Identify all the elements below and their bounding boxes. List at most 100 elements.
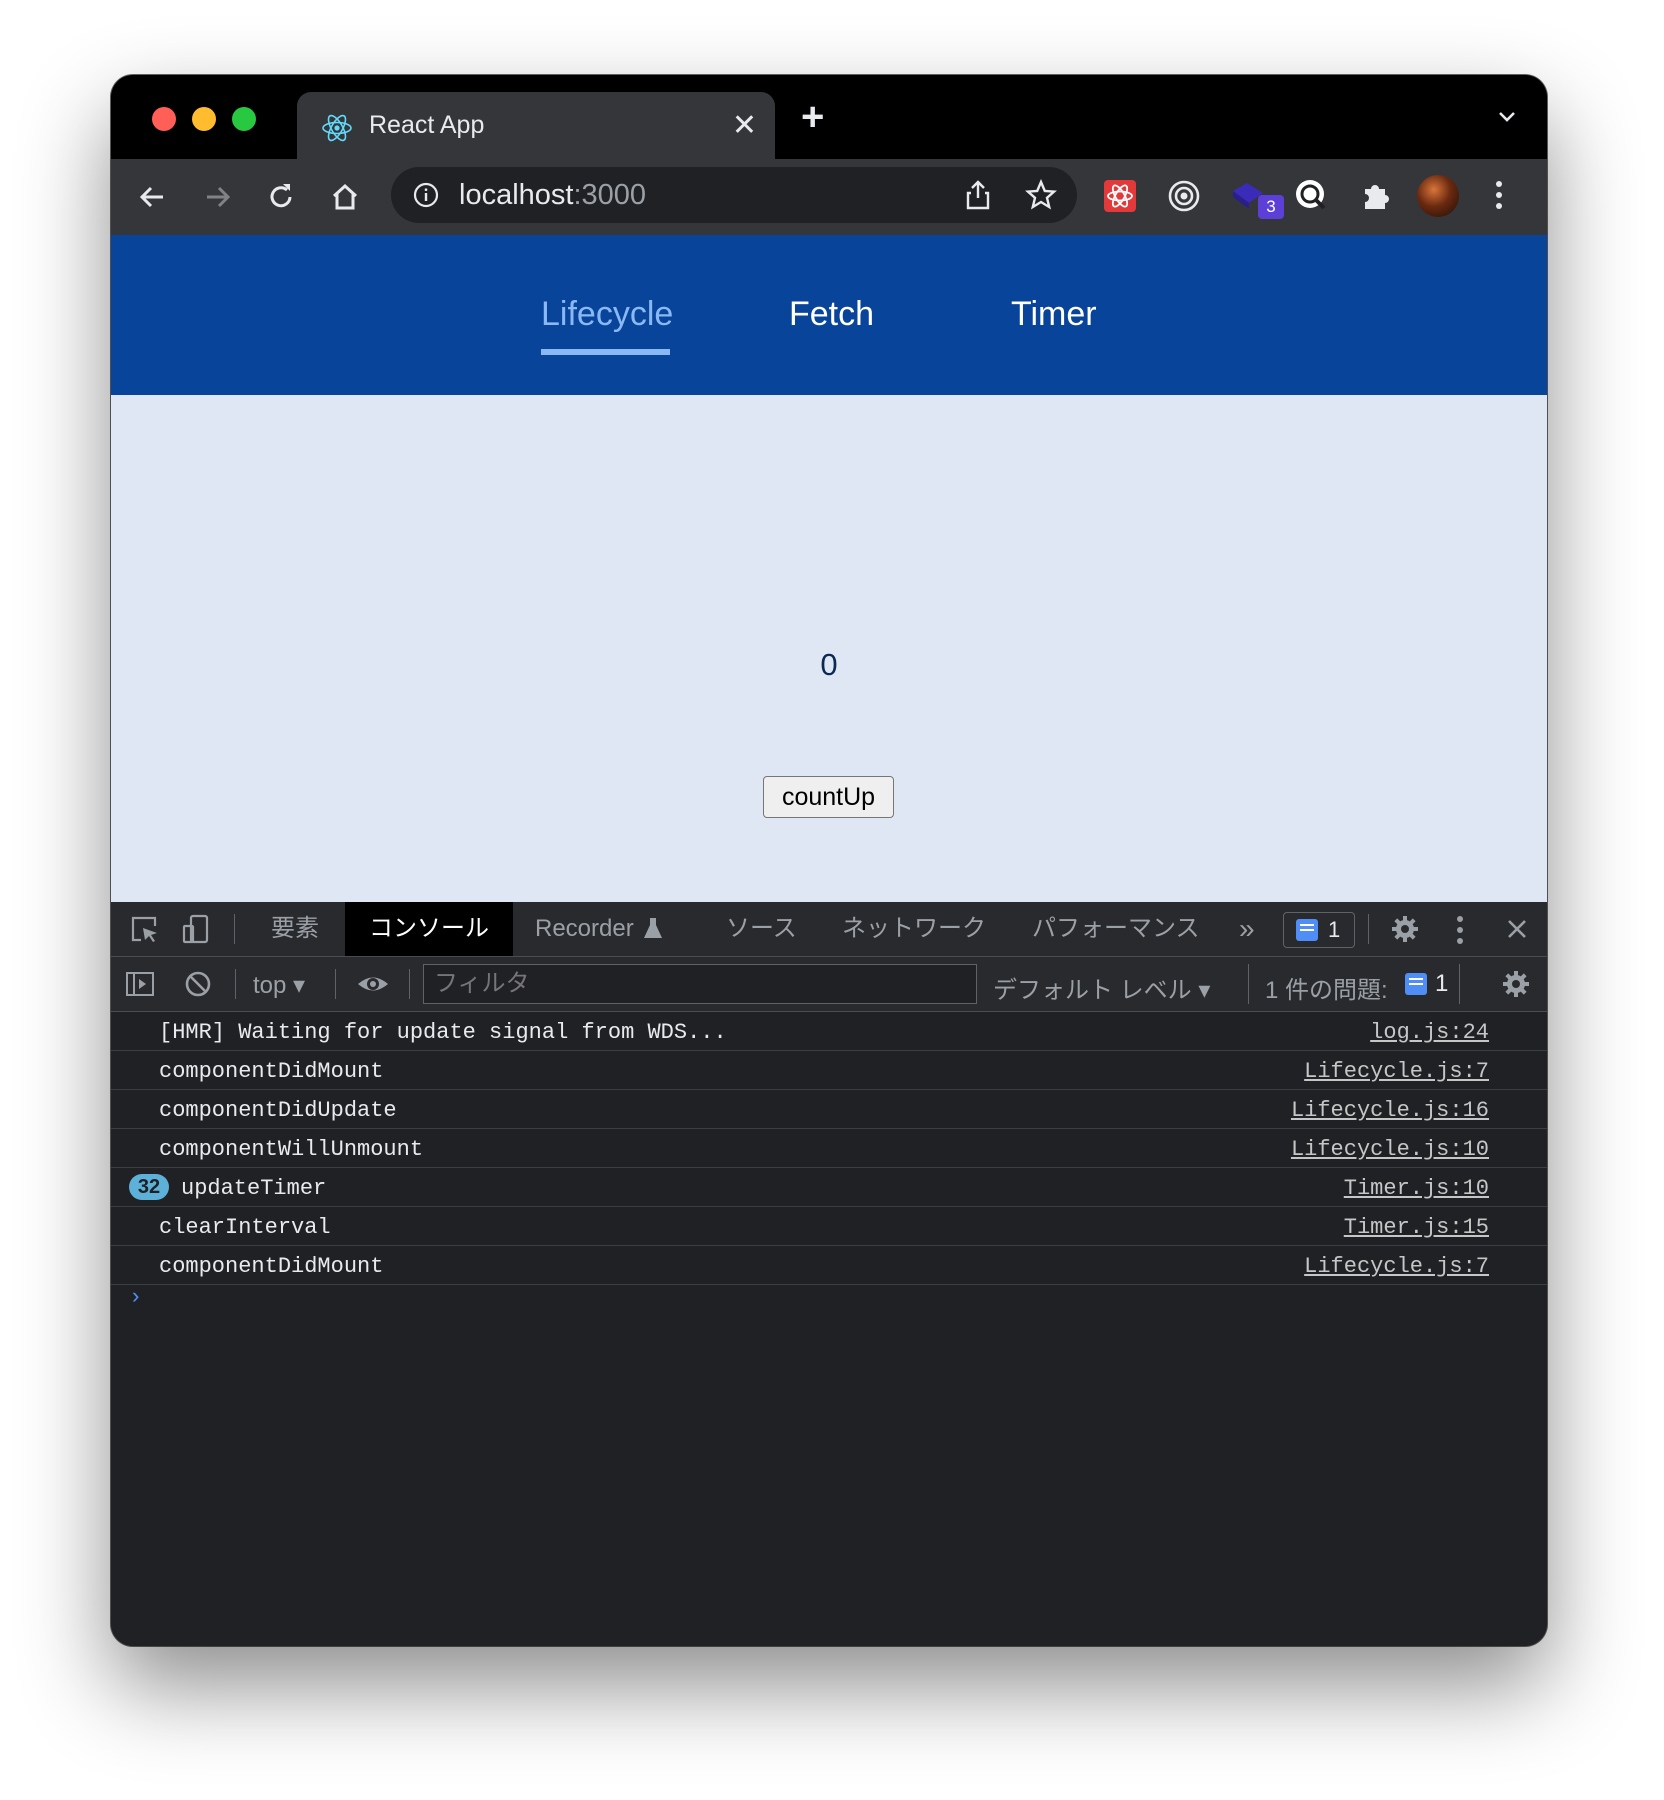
console-message: clearInterval Timer.js:15	[111, 1207, 1547, 1246]
source-link[interactable]: Timer.js:15	[1344, 1215, 1489, 1240]
sidebar-toggle-icon[interactable]	[125, 969, 155, 999]
close-devtools-icon[interactable]	[1502, 914, 1532, 944]
share-icon[interactable]	[963, 179, 993, 211]
nav-item-lifecycle[interactable]: Lifecycle	[541, 295, 673, 334]
more-tabs-icon[interactable]: »	[1239, 902, 1255, 956]
message-text: componentDidMount	[159, 1059, 384, 1084]
inspect-element-icon[interactable]	[129, 914, 159, 944]
count-up-button[interactable]: countUp	[763, 776, 894, 818]
toolbar-divider	[235, 969, 236, 999]
nav-item-fetch[interactable]: Fetch	[789, 295, 874, 334]
message-text: componentDidUpdate	[159, 1098, 397, 1123]
extension-badge: 3	[1258, 195, 1284, 219]
flask-icon	[644, 918, 662, 938]
tab-recorder-label: Recorder	[535, 915, 634, 942]
tab-performance[interactable]: パフォーマンス	[1032, 902, 1200, 956]
issues-count: 1	[1328, 917, 1341, 942]
repeat-count-badge: 32	[129, 1174, 169, 1200]
console-message: [HMR] Waiting for update signal from WDS…	[111, 1012, 1547, 1051]
minimize-window-button[interactable]	[192, 107, 216, 131]
tab-console[interactable]: コンソール	[345, 902, 513, 956]
issues-counter-button[interactable]: 1	[1283, 912, 1355, 948]
home-icon[interactable]	[327, 179, 363, 215]
browser-tab[interactable]: React App ✕	[297, 92, 775, 162]
devtools-menu-icon[interactable]	[1457, 916, 1463, 949]
title-bar: React App ✕ +	[111, 75, 1547, 162]
console-message: componentWillUnmount Lifecycle.js:10	[111, 1129, 1547, 1168]
context-selector[interactable]: top ▾	[253, 971, 305, 1000]
device-toolbar-icon[interactable]	[181, 914, 211, 944]
tab-network[interactable]: ネットワーク	[842, 902, 986, 956]
zoom-window-button[interactable]	[232, 107, 256, 131]
source-link[interactable]: Lifecycle.js:7	[1304, 1059, 1489, 1084]
back-arrow-icon[interactable]	[135, 179, 171, 215]
message-text: componentWillUnmount	[159, 1137, 424, 1162]
tab-close-icon[interactable]: ✕	[732, 108, 757, 143]
tab-sources[interactable]: ソース	[726, 902, 797, 956]
log-levels-dropdown[interactable]: デフォルト レベル ▾	[993, 970, 1210, 1005]
nav-item-timer[interactable]: Timer	[1011, 295, 1097, 334]
console-message: componentDidMount Lifecycle.js:7	[111, 1051, 1547, 1090]
url-port: :3000	[573, 179, 647, 211]
source-link[interactable]: Lifecycle.js:7	[1304, 1254, 1489, 1279]
toolbar-divider	[1368, 914, 1369, 944]
puzzle-extensions-icon[interactable]	[1357, 177, 1395, 215]
close-window-button[interactable]	[152, 107, 176, 131]
source-link[interactable]: Lifecycle.js:10	[1291, 1137, 1489, 1162]
url-text[interactable]: localhost:3000	[459, 179, 646, 212]
clear-console-icon[interactable]	[183, 969, 213, 999]
console-filter-bar: top ▾ デフォルト レベル ▾ 1 件の問題: 1	[111, 957, 1547, 1012]
info-icon[interactable]	[413, 182, 439, 208]
chevron-down-icon[interactable]	[1497, 107, 1517, 127]
source-link[interactable]: Lifecycle.js:16	[1291, 1098, 1489, 1123]
eye-icon[interactable]	[356, 969, 390, 999]
context-value: top	[253, 972, 287, 999]
issues-link[interactable]: 1 件の問題: 1	[1248, 964, 1460, 1004]
devtools-tab-bar: 要素 コンソール Recorder ソース ネットワーク パフォーマンス » 1	[111, 902, 1547, 957]
tab-recorder[interactable]: Recorder	[535, 902, 662, 956]
console-message: 32 updateTimer Timer.js:10	[111, 1168, 1547, 1207]
new-tab-button[interactable]: +	[801, 95, 824, 140]
console-filter-input[interactable]	[423, 964, 977, 1004]
page-viewport: Lifecycle Fetch Timer 0 countUp	[111, 235, 1547, 902]
tab-elements[interactable]: 要素	[271, 902, 319, 956]
browser-window: React App ✕ + localhost:3000 3 Lifecycle…	[111, 75, 1547, 1646]
console-message: componentDidUpdate Lifecycle.js:16	[111, 1090, 1547, 1129]
address-bar[interactable]: localhost:3000	[391, 167, 1077, 223]
react-devtools-extension-icon[interactable]	[1101, 177, 1139, 215]
tab-title: React App	[369, 111, 485, 139]
magnifier-extension-icon[interactable]	[1293, 177, 1331, 215]
console-prompt-row[interactable]: ›	[111, 1285, 1547, 1325]
message-icon	[1405, 973, 1427, 995]
toolbar-divider	[335, 969, 336, 999]
toolbar-divider	[234, 914, 235, 944]
source-link[interactable]: log.js:24	[1370, 1020, 1489, 1045]
forward-arrow-icon[interactable]	[199, 179, 235, 215]
console-settings-gear-icon[interactable]	[1501, 969, 1531, 999]
bookmark-star-icon[interactable]	[1025, 179, 1057, 211]
reload-icon[interactable]	[263, 179, 299, 215]
count-display: 0	[820, 647, 838, 682]
message-text: updateTimer	[181, 1176, 327, 1201]
issues-label: 1 件の問題:	[1265, 977, 1388, 1004]
issues-number: 1	[1435, 970, 1449, 997]
message-text: [HMR] Waiting for update signal from WDS…	[159, 1020, 727, 1045]
browser-toolbar: localhost:3000 3	[111, 159, 1547, 237]
message-text: componentDidMount	[159, 1254, 384, 1279]
settings-gear-icon[interactable]	[1390, 914, 1420, 944]
prompt-chevron-icon: ›	[129, 1285, 143, 1310]
log-levels-label: デフォルト レベル	[993, 977, 1192, 1004]
target-extension-icon[interactable]	[1165, 177, 1203, 215]
message-text: clearInterval	[159, 1215, 331, 1240]
app-navigation: Lifecycle Fetch Timer	[111, 235, 1547, 395]
active-nav-underline	[541, 349, 670, 355]
console-messages: [HMR] Waiting for update signal from WDS…	[111, 1012, 1547, 1325]
message-icon	[1296, 919, 1318, 941]
browser-menu-icon[interactable]	[1496, 181, 1502, 214]
profile-avatar[interactable]	[1417, 175, 1459, 217]
source-link[interactable]: Timer.js:10	[1344, 1176, 1489, 1201]
console-message: componentDidMount Lifecycle.js:7	[111, 1246, 1547, 1285]
react-icon	[322, 114, 352, 142]
toolbar-divider	[409, 969, 410, 999]
devtools-panel: 要素 コンソール Recorder ソース ネットワーク パフォーマンス » 1	[111, 902, 1547, 1646]
